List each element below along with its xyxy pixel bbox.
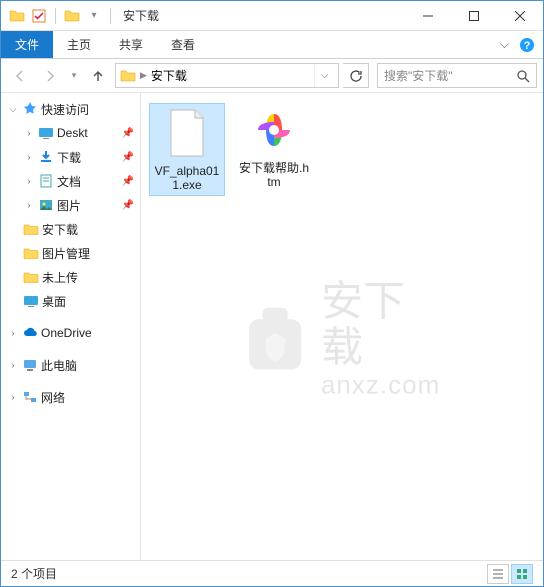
desktop-icon xyxy=(23,293,39,309)
watermark: 安下载 anxz.com xyxy=(241,278,442,399)
pin-icon: 📌 xyxy=(122,152,134,163)
content-area: ⌵ 快速访问 › Deskt 📌 › 下载 📌 › 文档 📌 › 图片 📌 xyxy=(1,93,543,560)
sidebar-item-pictures[interactable]: › 图片 📌 xyxy=(1,193,140,217)
separator xyxy=(110,8,111,24)
sidebar-item-label: 文档 xyxy=(57,173,81,190)
up-button[interactable] xyxy=(85,63,111,89)
quick-access-toolbar: ▾ xyxy=(1,6,115,26)
file-item[interactable]: 安下载帮助.htm xyxy=(237,103,311,190)
window-controls xyxy=(405,1,543,31)
folder-icon[interactable] xyxy=(7,6,27,26)
sidebar-item-desktop[interactable]: › Deskt 📌 xyxy=(1,121,140,145)
sidebar-quick-access[interactable]: ⌵ 快速访问 xyxy=(1,97,140,121)
file-name: 安下载帮助.htm xyxy=(238,161,310,190)
sidebar-item-label: 快速访问 xyxy=(41,101,89,118)
sidebar-item-label: 此电脑 xyxy=(41,357,77,374)
htm-file-icon xyxy=(250,103,298,157)
star-icon xyxy=(22,101,38,117)
details-view-button[interactable] xyxy=(487,564,509,584)
sidebar-item-label: Deskt xyxy=(57,126,88,140)
picture-icon xyxy=(38,197,54,213)
sidebar-item-desktop2[interactable]: 桌面 xyxy=(1,289,140,313)
status-item-count: 2 个项目 xyxy=(11,565,57,582)
expand-icon[interactable]: › xyxy=(7,392,19,402)
ribbon-tabs: 文件 主页 共享 查看 ⌵ ? xyxy=(1,31,543,59)
desktop-icon xyxy=(38,125,54,141)
expand-icon[interactable]: › xyxy=(23,200,35,210)
sidebar-item-label: OneDrive xyxy=(41,326,92,340)
properties-icon[interactable] xyxy=(29,6,49,26)
computer-icon xyxy=(22,357,38,373)
separator xyxy=(55,8,56,24)
pin-icon: 📌 xyxy=(122,176,134,187)
sidebar-this-pc[interactable]: › 此电脑 xyxy=(1,353,140,377)
sidebar-onedrive[interactable]: › OneDrive xyxy=(1,321,140,345)
search-placeholder: 搜索"安下载" xyxy=(384,67,453,84)
pin-icon: 📌 xyxy=(122,128,134,139)
sidebar-item-label: 图片 xyxy=(57,197,81,214)
folder-icon[interactable] xyxy=(62,6,82,26)
statusbar: 2 个项目 xyxy=(1,560,543,586)
expand-icon[interactable]: › xyxy=(23,176,35,186)
expand-icon[interactable]: › xyxy=(23,152,35,162)
document-icon xyxy=(38,173,54,189)
sidebar-item-label: 图片管理 xyxy=(42,245,90,262)
expand-icon[interactable]: › xyxy=(23,128,35,138)
watermark-text: 安下载 xyxy=(321,278,443,370)
tab-share[interactable]: 共享 xyxy=(105,31,157,58)
sidebar-item-anxiazai[interactable]: 安下载 xyxy=(1,217,140,241)
window-title: 安下载 xyxy=(123,7,159,24)
breadcrumb[interactable]: ▶ 安下载 ⌵ xyxy=(115,63,339,88)
address-bar: ▾ ▶ 安下载 ⌵ 搜索"安下载" xyxy=(1,59,543,93)
file-list[interactable]: VF_alpha011.exe 安下载帮助.htm 安下载 xyxy=(141,93,543,560)
file-item[interactable]: VF_alpha011.exe xyxy=(149,103,225,196)
sidebar-item-label: 安下载 xyxy=(42,221,78,238)
folder-icon xyxy=(23,245,39,261)
search-input[interactable]: 搜索"安下载" xyxy=(377,63,537,88)
tab-file[interactable]: 文件 xyxy=(1,31,53,58)
tab-view[interactable]: 查看 xyxy=(157,31,209,58)
folder-icon xyxy=(23,221,39,237)
sidebar-item-label: 网络 xyxy=(41,389,65,406)
icons-view-button[interactable] xyxy=(511,564,533,584)
file-name: VF_alpha011.exe xyxy=(152,164,222,193)
cloud-icon xyxy=(22,325,38,341)
expand-ribbon-icon[interactable]: ⌵ xyxy=(500,37,509,52)
maximize-button[interactable] xyxy=(451,1,497,31)
breadcrumb-dropdown-icon[interactable]: ⌵ xyxy=(314,64,334,87)
expand-icon[interactable]: ⌵ xyxy=(7,104,19,115)
expand-icon[interactable]: › xyxy=(7,328,19,338)
folder-icon xyxy=(23,269,39,285)
folder-icon xyxy=(120,68,136,84)
pin-icon: 📌 xyxy=(122,200,134,211)
sidebar-network[interactable]: › 网络 xyxy=(1,385,140,409)
minimize-button[interactable] xyxy=(405,1,451,31)
titlebar: ▾ 安下载 xyxy=(1,1,543,31)
history-dropdown-icon[interactable]: ▾ xyxy=(67,63,81,89)
search-icon[interactable] xyxy=(516,69,530,83)
sidebar-item-label: 桌面 xyxy=(42,293,66,310)
watermark-url: anxz.com xyxy=(321,370,443,399)
expand-icon[interactable]: › xyxy=(7,360,19,370)
sidebar-item-label: 未上传 xyxy=(42,269,78,286)
sidebar-item-pic-manage[interactable]: 图片管理 xyxy=(1,241,140,265)
exe-file-icon xyxy=(163,106,211,160)
refresh-button[interactable] xyxy=(343,63,369,88)
tab-home[interactable]: 主页 xyxy=(53,31,105,58)
sidebar-item-documents[interactable]: › 文档 📌 xyxy=(1,169,140,193)
qat-dropdown-icon[interactable]: ▾ xyxy=(84,6,104,26)
chevron-right-icon[interactable]: ▶ xyxy=(140,70,147,81)
close-button[interactable] xyxy=(497,1,543,31)
network-icon xyxy=(22,389,38,405)
sidebar-item-unuploaded[interactable]: 未上传 xyxy=(1,265,140,289)
back-button[interactable] xyxy=(7,63,33,89)
breadcrumb-current[interactable]: 安下载 xyxy=(151,67,187,84)
forward-button[interactable] xyxy=(37,63,63,89)
download-icon xyxy=(38,149,54,165)
sidebar-item-downloads[interactable]: › 下载 📌 xyxy=(1,145,140,169)
sidebar-item-label: 下载 xyxy=(57,149,81,166)
navigation-pane: ⌵ 快速访问 › Deskt 📌 › 下载 📌 › 文档 📌 › 图片 📌 xyxy=(1,93,141,560)
svg-text:?: ? xyxy=(524,40,531,52)
help-icon[interactable]: ? xyxy=(519,37,535,53)
